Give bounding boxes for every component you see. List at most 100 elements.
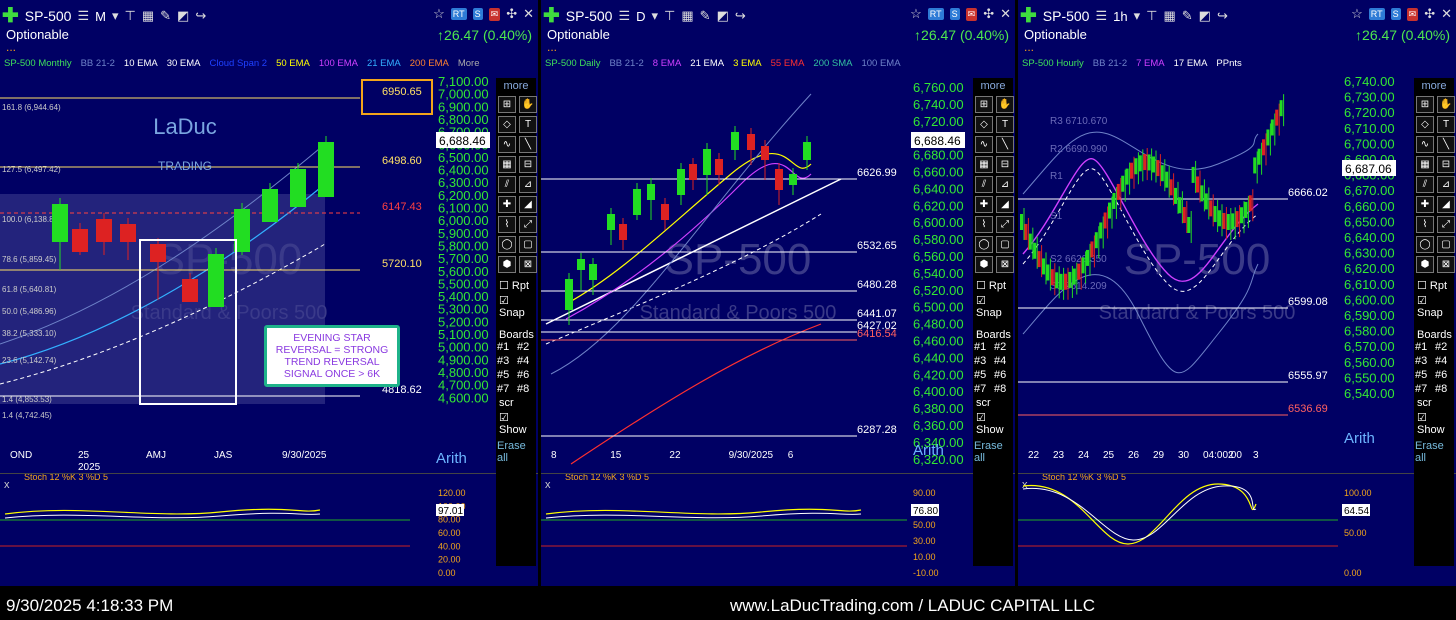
board-button[interactable]: #7 bbox=[497, 383, 517, 395]
rt-flag-icon[interactable]: RT bbox=[927, 8, 944, 20]
rpt-checkbox[interactable]: ☐ Rpt bbox=[1414, 279, 1454, 292]
angle-icon[interactable]: ⊿ bbox=[1437, 176, 1455, 193]
triangle-icon[interactable]: ◢ bbox=[1437, 196, 1455, 213]
indicator-legend[interactable]: SP-500 Monthly BB 21-2 10 EMA 30 EMA Cloud S… bbox=[0, 58, 538, 74]
polygon-icon[interactable]: ⬢ bbox=[1416, 256, 1434, 273]
grid-icon[interactable]: ⊞ bbox=[1416, 96, 1434, 113]
board-button[interactable]: #7 bbox=[974, 383, 994, 395]
mail-icon[interactable]: ✉ bbox=[965, 7, 978, 21]
fib-icon[interactable]: ▦ bbox=[975, 156, 993, 173]
legend-item[interactable]: 200 EMA bbox=[410, 58, 449, 74]
channel-icon[interactable]: ⊟ bbox=[1437, 156, 1455, 173]
more-tools-link[interactable]: more bbox=[1414, 80, 1454, 92]
close-icon[interactable]: ✕ bbox=[1000, 6, 1011, 22]
triangle-icon[interactable]: ◢ bbox=[519, 196, 537, 213]
arrow-icon[interactable]: ⤢ bbox=[1437, 216, 1455, 233]
mail-icon[interactable]: ✉ bbox=[488, 7, 501, 21]
board-button[interactable]: #3 bbox=[497, 355, 517, 367]
timeframe-select[interactable]: D bbox=[636, 9, 645, 24]
legend-item[interactable]: 50 EMA bbox=[276, 58, 310, 74]
fib-icon[interactable]: ▦ bbox=[498, 156, 516, 173]
more-tools-link[interactable]: more bbox=[973, 80, 1013, 92]
draw-icon[interactable]: ✎ bbox=[160, 8, 171, 24]
hand-icon[interactable]: ✋ bbox=[1437, 96, 1455, 113]
rt-flag-icon[interactable]: RT bbox=[450, 8, 467, 20]
legend-item[interactable]: 21 EMA bbox=[367, 58, 401, 74]
parallel-icon[interactable]: ⫽ bbox=[1416, 176, 1434, 193]
board-button[interactable]: #8 bbox=[517, 383, 537, 395]
grid-icon[interactable]: ⊞ bbox=[975, 96, 993, 113]
board-button[interactable]: #7 bbox=[1415, 383, 1435, 395]
text-icon[interactable]: T bbox=[1437, 116, 1455, 133]
board-button[interactable]: #1 bbox=[1415, 341, 1435, 353]
board-button[interactable]: #5 bbox=[974, 369, 994, 381]
snap-checkbox[interactable]: ☑ Snap bbox=[973, 294, 1013, 319]
timeframe-select[interactable]: 1h bbox=[1113, 9, 1127, 24]
share-icon[interactable]: ↪ bbox=[1217, 8, 1228, 24]
wave-icon[interactable]: ⌇ bbox=[1416, 216, 1434, 233]
snap-checkbox[interactable]: ☑ Snap bbox=[496, 294, 536, 319]
arith-label[interactable]: Arith bbox=[913, 442, 944, 459]
legend-item[interactable]: 7 EMA bbox=[1136, 58, 1165, 74]
board-button[interactable]: #6 bbox=[994, 369, 1014, 381]
stochastic-plot[interactable]: xStoch 12 %K 3 %D 590.0070.0050.0030.001… bbox=[541, 473, 1015, 586]
legend-item[interactable]: 17 EMA bbox=[1174, 58, 1208, 74]
board-button[interactable]: #4 bbox=[994, 355, 1014, 367]
add-symbol-icon[interactable]: ✚ bbox=[1020, 6, 1037, 26]
curve-icon[interactable]: ∿ bbox=[498, 136, 516, 153]
parallel-icon[interactable]: ⫽ bbox=[498, 176, 516, 193]
hand-icon[interactable]: ✋ bbox=[519, 96, 537, 113]
s-badge-icon[interactable]: S bbox=[949, 8, 960, 20]
legend-item[interactable]: BB 21-2 bbox=[81, 58, 115, 74]
polygon-icon[interactable]: ⬢ bbox=[975, 256, 993, 273]
close-icon[interactable]: ✕ bbox=[1441, 6, 1452, 22]
channel-icon[interactable]: ⊟ bbox=[519, 156, 537, 173]
box-icon[interactable]: ⊠ bbox=[1437, 256, 1455, 273]
symbol-label[interactable]: SP-500 bbox=[566, 8, 613, 24]
board-button[interactable]: #3 bbox=[974, 355, 994, 367]
legend-item[interactable]: Cloud Span 2 bbox=[210, 58, 268, 74]
eraser-icon[interactable]: ◇ bbox=[498, 116, 516, 133]
board-button[interactable]: #1 bbox=[974, 341, 994, 353]
settings-icon[interactable]: ▦ bbox=[1163, 8, 1175, 24]
circle-icon[interactable]: ◯ bbox=[1416, 236, 1434, 253]
close-icon[interactable]: ✕ bbox=[523, 6, 534, 22]
s-badge-icon[interactable]: S bbox=[1390, 8, 1401, 20]
rect-icon[interactable]: ▢ bbox=[519, 236, 537, 253]
line-icon[interactable]: ╲ bbox=[996, 136, 1014, 153]
legend-item[interactable]: PPnts bbox=[1216, 58, 1241, 74]
scr-button[interactable]: scr bbox=[496, 397, 536, 409]
rpt-checkbox[interactable]: ☐ Rpt bbox=[973, 279, 1013, 292]
star-icon[interactable]: ☆ bbox=[1351, 6, 1363, 22]
legend-item[interactable]: More bbox=[458, 58, 480, 74]
erase-all-button[interactable]: Erase all bbox=[496, 440, 536, 464]
legend-item[interactable]: BB 21-2 bbox=[609, 58, 643, 74]
board-button[interactable]: #8 bbox=[1435, 383, 1455, 395]
draw-icon[interactable]: ✎ bbox=[700, 8, 711, 24]
erase-icon[interactable]: ◩ bbox=[717, 8, 729, 24]
show-checkbox[interactable]: ☑ Show bbox=[1414, 411, 1454, 436]
eraser-icon[interactable]: ◇ bbox=[975, 116, 993, 133]
cross-icon[interactable]: ✚ bbox=[975, 196, 993, 213]
eraser-icon[interactable]: ◇ bbox=[1416, 116, 1434, 133]
cross-icon[interactable]: ✚ bbox=[498, 196, 516, 213]
more-tools-link[interactable]: more bbox=[496, 80, 536, 92]
board-button[interactable]: #6 bbox=[1435, 369, 1455, 381]
chevron-down-icon[interactable]: ▾ bbox=[112, 8, 119, 24]
board-button[interactable]: #5 bbox=[1415, 369, 1435, 381]
curve-icon[interactable]: ∿ bbox=[1416, 136, 1434, 153]
star-icon[interactable]: ☆ bbox=[910, 6, 922, 22]
legend-item[interactable]: SP-500 Monthly bbox=[4, 58, 72, 74]
rect-icon[interactable]: ▢ bbox=[996, 236, 1014, 253]
scr-button[interactable]: scr bbox=[1414, 397, 1454, 409]
indicator-icon[interactable]: ⊤ bbox=[125, 8, 136, 24]
parallel-icon[interactable]: ⫽ bbox=[975, 176, 993, 193]
arith-label[interactable]: Arith bbox=[436, 450, 467, 467]
angle-icon[interactable]: ⊿ bbox=[519, 176, 537, 193]
triangle-icon[interactable]: ◢ bbox=[996, 196, 1014, 213]
settings-icon[interactable]: ▦ bbox=[681, 8, 693, 24]
stochastic-plot[interactable]: xStoch 12 %K 3 %D 5100.0050.000.0064.54 bbox=[1018, 473, 1456, 586]
curve-icon[interactable]: ∿ bbox=[975, 136, 993, 153]
rpt-checkbox[interactable]: ☐ Rpt bbox=[496, 279, 536, 292]
grid-icon[interactable]: ⊞ bbox=[498, 96, 516, 113]
